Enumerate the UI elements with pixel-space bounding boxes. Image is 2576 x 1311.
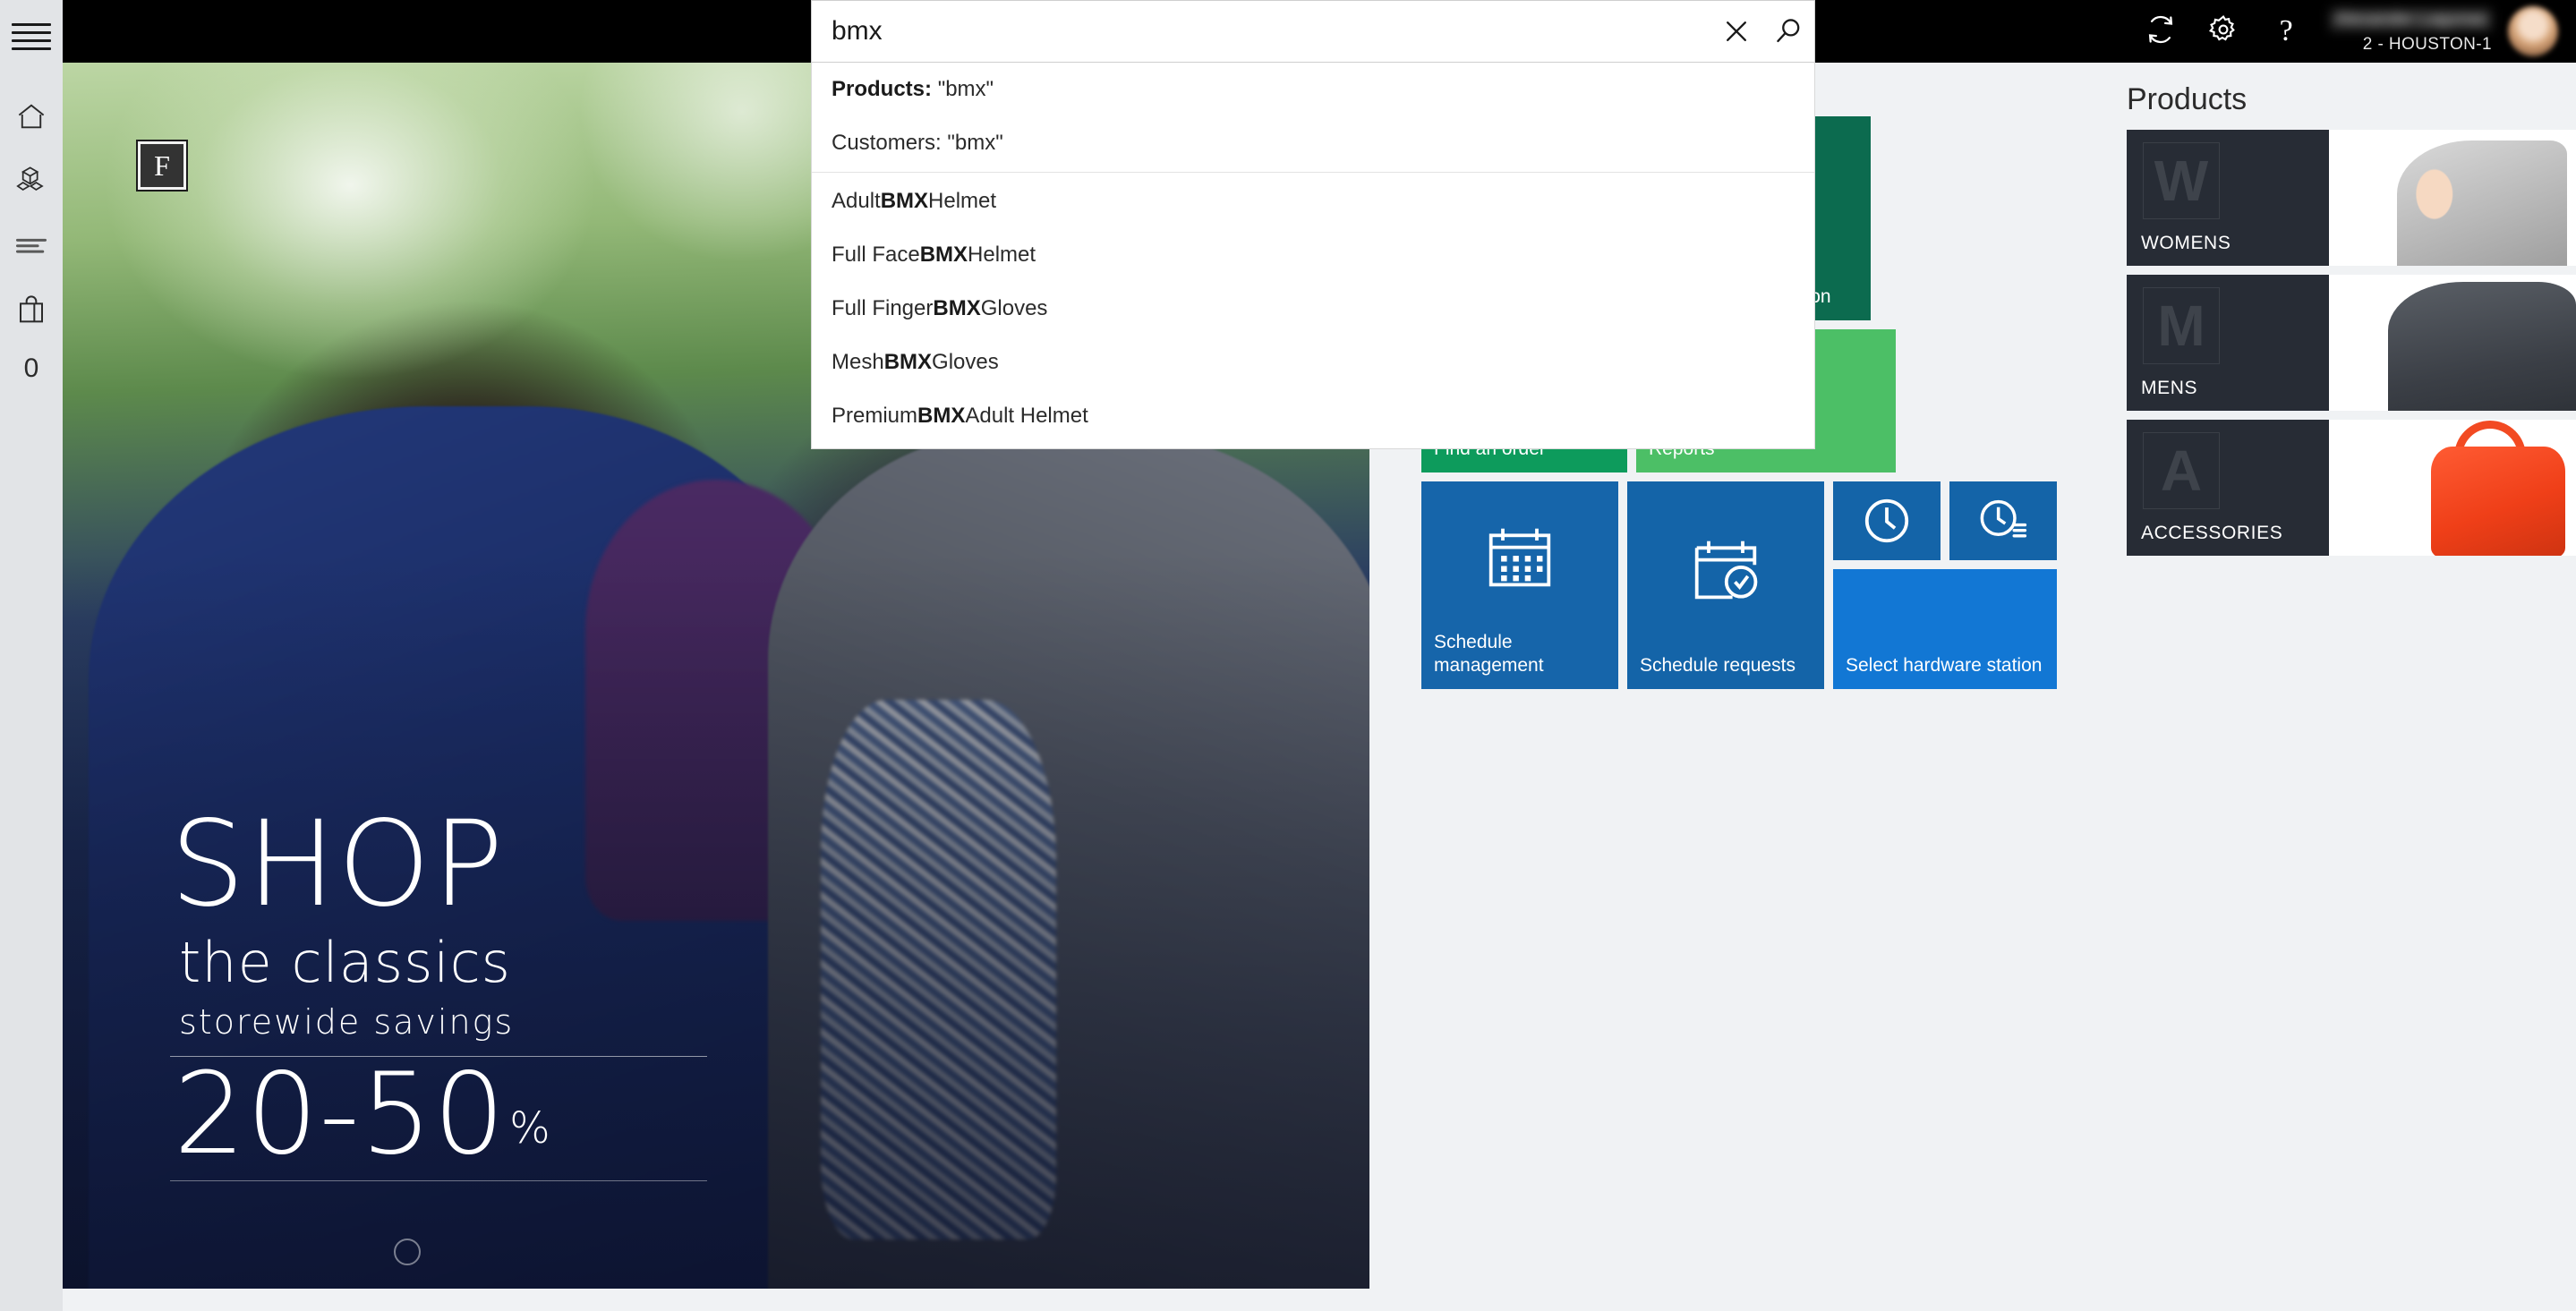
hero-savings-text: storewide savings bbox=[179, 1002, 515, 1043]
category-image-accessories bbox=[2329, 420, 2576, 556]
cart-item-count: 0 bbox=[23, 353, 39, 383]
hero-percent-sign: % bbox=[509, 1103, 550, 1154]
left-navigation-rail: 0 bbox=[0, 0, 63, 1311]
category-label: ACCESSORIES bbox=[2141, 523, 2283, 543]
clock-list-icon bbox=[1949, 481, 2057, 560]
user-name: Alexander Lagunas bbox=[2330, 8, 2492, 30]
tile-label: Schedule management bbox=[1434, 631, 1544, 676]
hero-copy: SHOP the classics storewide savings 20-5… bbox=[170, 795, 707, 1181]
suggestion-post: Helmet bbox=[968, 243, 1036, 267]
tile-schedule-management[interactable]: Schedule management bbox=[1421, 481, 1618, 689]
suggestion-pre: Adult bbox=[832, 189, 881, 213]
category-label: MENS bbox=[2141, 378, 2198, 398]
close-x-icon bbox=[1724, 19, 1749, 44]
suggestion-item[interactable]: Mesh BMX Gloves bbox=[812, 336, 1814, 389]
suggestion-item[interactable]: Premium BMX Adult Helmet bbox=[812, 389, 1814, 443]
suggestions-divider bbox=[812, 172, 1814, 173]
product-category-card[interactable]: W WOMENS bbox=[2127, 130, 2576, 266]
suggestion-pre: Premium bbox=[832, 404, 918, 428]
search-scope-products[interactable]: Products: "bmx" bbox=[812, 63, 1814, 116]
search-submit-button[interactable] bbox=[1762, 1, 1814, 62]
category-letter: A bbox=[2143, 432, 2220, 509]
category-tile: M MENS bbox=[2127, 275, 2329, 411]
scope-query: "bmx" bbox=[937, 77, 994, 101]
suggestion-item[interactable]: Full Face BMX Helmet bbox=[812, 228, 1814, 282]
search-box bbox=[811, 0, 1815, 63]
scope-label: Customers: bbox=[832, 131, 942, 155]
pos-application: 0 ? Alexander Lagunas 2 - HOUSTON-1 F SH… bbox=[0, 0, 2576, 1311]
tile-select-hardware-station[interactable]: Select hardware station bbox=[1833, 569, 2057, 689]
search-input[interactable] bbox=[812, 1, 1710, 62]
product-category-card[interactable]: A ACCESSORIES bbox=[2127, 420, 2576, 556]
category-label: WOMENS bbox=[2141, 233, 2231, 253]
hero-discount-value: 20-50 bbox=[174, 1048, 507, 1180]
refresh-sync-icon bbox=[2145, 14, 2176, 49]
sidebar-item-transactions[interactable] bbox=[0, 213, 63, 277]
tile-time-clock-entries[interactable] bbox=[1949, 481, 2057, 560]
suggestion-post: Gloves bbox=[980, 296, 1048, 320]
products-cubes-icon bbox=[15, 166, 47, 195]
sidebar-item-products[interactable] bbox=[0, 149, 63, 213]
avatar[interactable] bbox=[2508, 6, 2558, 56]
suggestion-match: BMX bbox=[880, 189, 929, 213]
suggestion-pre: Full Face bbox=[832, 243, 920, 267]
magnifier-search-icon bbox=[1775, 18, 1802, 45]
global-search: Products: "bmx" Customers: "bmx" Adult B… bbox=[811, 0, 1815, 449]
scope-label: Products: bbox=[832, 77, 933, 101]
category-tile: W WOMENS bbox=[2127, 130, 2329, 266]
category-image-womens bbox=[2329, 130, 2576, 266]
scope-query: "bmx" bbox=[947, 131, 1003, 155]
hero-subhead: the classics bbox=[179, 930, 511, 996]
home-icon bbox=[16, 103, 47, 130]
suggestion-item[interactable]: Adult BMX Helmet bbox=[812, 175, 1814, 228]
user-info[interactable]: Alexander Lagunas 2 - HOUSTON-1 bbox=[2330, 0, 2492, 63]
suggestion-match: BMX bbox=[919, 243, 968, 267]
tile-schedule-requests[interactable]: Schedule requests bbox=[1627, 481, 1824, 689]
sync-button[interactable] bbox=[2129, 0, 2192, 63]
hero-divider-bottom bbox=[170, 1180, 707, 1181]
tile-label: Select hardware station bbox=[1846, 654, 2043, 676]
category-image-mens bbox=[2329, 275, 2576, 411]
suggestion-pre: Full Finger bbox=[832, 296, 934, 320]
calendar-icon bbox=[1421, 481, 1618, 634]
tile-row-3: Schedule management Schedule requests Se… bbox=[1421, 481, 2057, 689]
product-category-card[interactable]: M MENS bbox=[2127, 275, 2576, 411]
help-button[interactable]: ? bbox=[2255, 0, 2317, 63]
list-lines-icon bbox=[16, 237, 47, 253]
clear-search-button[interactable] bbox=[1710, 1, 1762, 62]
suggestion-match: BMX bbox=[933, 296, 981, 320]
gear-icon bbox=[2208, 14, 2239, 49]
tile-label: Schedule requests bbox=[1640, 654, 1796, 676]
question-mark-icon: ? bbox=[2279, 14, 2293, 47]
category-letter: W bbox=[2143, 142, 2220, 219]
suggestion-match: BMX bbox=[883, 350, 933, 374]
hero-discount: 20-50 % bbox=[170, 1048, 707, 1180]
suggestion-post: Gloves bbox=[932, 350, 999, 374]
user-store: 2 - HOUSTON-1 bbox=[2362, 34, 2492, 54]
suggestion-pre: Mesh bbox=[832, 350, 884, 374]
products-panel: Products W WOMENS M MENS A ACCESSORIES bbox=[2105, 63, 2576, 1311]
category-tile: A ACCESSORIES bbox=[2127, 420, 2329, 556]
search-scope-customers[interactable]: Customers: "bmx" bbox=[812, 116, 1814, 170]
suggestion-post: Helmet bbox=[928, 189, 997, 213]
shopping-bag-icon bbox=[18, 295, 45, 324]
products-panel-title: Products bbox=[2127, 82, 2248, 116]
hero-headline: SHOP bbox=[170, 795, 506, 933]
sidebar-item-home[interactable] bbox=[0, 84, 63, 149]
topbar-actions: ? Alexander Lagunas 2 - HOUSTON-1 bbox=[2129, 0, 2576, 63]
category-letter: M bbox=[2143, 287, 2220, 364]
hero-carousel-dot[interactable] bbox=[394, 1239, 421, 1265]
clock-icon bbox=[1833, 481, 1941, 560]
brand-logo-badge: F bbox=[136, 140, 188, 192]
tile-time-clock[interactable] bbox=[1833, 481, 1941, 560]
sidebar-item-cart[interactable] bbox=[0, 277, 63, 342]
settings-button[interactable] bbox=[2192, 0, 2255, 63]
hamburger-menu-icon[interactable] bbox=[12, 23, 51, 50]
search-suggestions: Products: "bmx" Customers: "bmx" Adult B… bbox=[811, 63, 1815, 449]
tile-column-right: Select hardware station bbox=[1833, 481, 2057, 689]
suggestion-item[interactable]: Full Finger BMX Gloves bbox=[812, 282, 1814, 336]
suggestion-match: BMX bbox=[917, 404, 966, 428]
suggestion-post: Adult Helmet bbox=[965, 404, 1088, 428]
calendar-check-icon bbox=[1627, 481, 1824, 659]
